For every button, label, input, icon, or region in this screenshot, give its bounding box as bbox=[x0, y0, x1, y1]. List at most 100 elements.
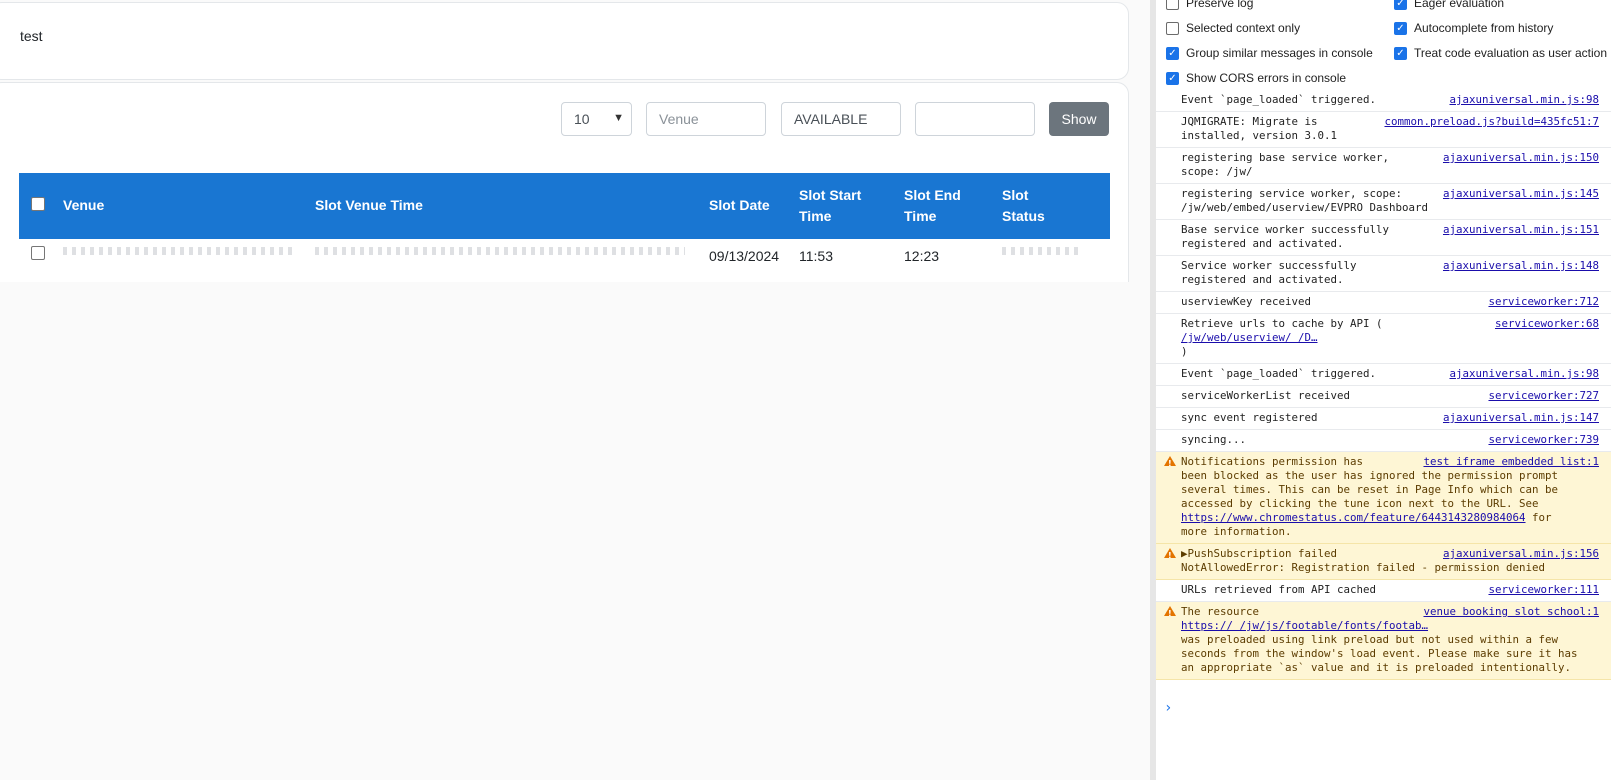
message-source-link[interactable]: serviceworker:111 bbox=[1480, 583, 1599, 597]
table-header: Venue Slot Venue Time Slot Date Slot Sta… bbox=[19, 173, 1110, 239]
warning-text: an appropriate `as` value and it is prel… bbox=[1181, 661, 1572, 674]
setting-label: Autocomplete from history bbox=[1414, 21, 1554, 35]
page-length-value: 10 bbox=[574, 111, 590, 127]
checkbox-checked-icon[interactable]: ✓ bbox=[1394, 46, 1407, 60]
venue-filter-input[interactable]: Venue bbox=[646, 102, 766, 136]
col-slot-venue-time[interactable]: Slot Venue Time bbox=[315, 195, 423, 216]
warning-text: was preloaded using link preload but not… bbox=[1181, 633, 1559, 646]
setting-treat-user-action[interactable]: ✓ Treat code evaluation as user action bbox=[1394, 46, 1607, 60]
console-message: JQMIGRATE: Migrate is installed, version… bbox=[1156, 112, 1611, 148]
warning-text: been blocked as the user has ignored the… bbox=[1181, 469, 1559, 482]
warning-icon bbox=[1164, 606, 1176, 621]
screen: test 10 ▼ Venue AVAILABLE Show Venue Slo… bbox=[0, 0, 1611, 780]
col-slot-status-line1: Slot bbox=[1002, 187, 1029, 203]
chevron-down-icon: ▼ bbox=[613, 112, 624, 124]
checkbox-checked-icon[interactable]: ✓ bbox=[1166, 71, 1179, 85]
setting-label: Eager evaluation bbox=[1414, 0, 1505, 10]
col-slot-end-line2: Time bbox=[904, 208, 937, 224]
setting-preserve-log[interactable]: Preserve log bbox=[1166, 0, 1253, 10]
warning-icon bbox=[1164, 456, 1176, 471]
warning-text: for bbox=[1525, 511, 1552, 524]
message-text[interactable]: /jw/web/userview/ /D… bbox=[1181, 331, 1603, 345]
setting-group-similar[interactable]: ✓ Group similar messages in console bbox=[1166, 46, 1373, 60]
console-message: sync event registered ajaxuniversal.min.… bbox=[1156, 408, 1611, 430]
redacted-venue-time-text bbox=[315, 247, 685, 255]
console-message: serviceWorkerList received serviceworker… bbox=[1156, 386, 1611, 408]
page-area: test 10 ▼ Venue AVAILABLE Show Venue Slo… bbox=[0, 0, 1150, 780]
page-length-select[interactable]: 10 ▼ bbox=[561, 102, 632, 136]
setting-label: Treat code evaluation as user action bbox=[1414, 46, 1608, 60]
setting-label: Preserve log bbox=[1186, 0, 1254, 10]
console-prompt-icon[interactable]: › bbox=[1164, 700, 1172, 716]
warning-text: NotAllowedError: Registration failed - p… bbox=[1181, 561, 1546, 574]
message-source-link[interactable]: serviceworker:68 bbox=[1487, 317, 1599, 331]
console-messages: Event `page_loaded` triggered. ajaxunive… bbox=[1156, 90, 1611, 680]
table-row[interactable]: 09/13/2024 11:53 12:23 bbox=[19, 239, 1110, 273]
slot-table: Venue Slot Venue Time Slot Date Slot Sta… bbox=[19, 173, 1110, 273]
col-slot-status-line2: Status bbox=[1002, 208, 1045, 224]
page-title: test bbox=[20, 28, 43, 44]
warning-icon bbox=[1164, 548, 1176, 563]
status-filter-input[interactable]: AVAILABLE bbox=[781, 102, 901, 136]
col-slot-start-time[interactable]: Slot Start Time bbox=[799, 185, 861, 227]
col-venue[interactable]: Venue bbox=[63, 195, 104, 216]
message-source-link[interactable]: ajaxuniversal.min.js:156 bbox=[1434, 547, 1599, 561]
setting-eager-eval[interactable]: ✓ Eager evaluation bbox=[1394, 0, 1504, 10]
message-source-link[interactable]: serviceworker:712 bbox=[1480, 295, 1599, 309]
message-source-link[interactable]: ajaxuniversal.min.js:150 bbox=[1435, 151, 1599, 165]
console-message: Event `page_loaded` triggered. ajaxunive… bbox=[1156, 364, 1611, 386]
show-button[interactable]: Show bbox=[1049, 102, 1109, 136]
console-message: registering service worker, scope: /jw/w… bbox=[1156, 184, 1611, 220]
console-message: registering base service worker, scope: … bbox=[1156, 148, 1611, 184]
message-text: ) bbox=[1181, 345, 1188, 358]
console-message: userviewKey received serviceworker:712 bbox=[1156, 292, 1611, 314]
title-card: test bbox=[0, 2, 1129, 80]
console-message: Retrieve urls to cache by API ( /jw/web/… bbox=[1156, 314, 1611, 364]
col-slot-date[interactable]: Slot Date bbox=[709, 195, 770, 216]
checkbox-icon[interactable] bbox=[1166, 21, 1179, 35]
setting-label: Selected context only bbox=[1186, 21, 1301, 35]
setting-show-cors[interactable]: ✓ Show CORS errors in console bbox=[1166, 71, 1346, 85]
col-slot-status[interactable]: Slot Status bbox=[1002, 185, 1045, 227]
devtools-panel: Preserve log Selected context only ✓ Gro… bbox=[1150, 0, 1611, 780]
date-filter-input[interactable] bbox=[915, 102, 1035, 136]
message-source-link[interactable]: serviceworker:727 bbox=[1480, 389, 1599, 403]
console-message: Service worker successfully registered a… bbox=[1156, 256, 1611, 292]
message-source-link[interactable]: ajaxuniversal.min.js:98 bbox=[1441, 93, 1599, 107]
message-source-link[interactable]: venue booking slot school:1 bbox=[1415, 605, 1599, 619]
table-card: 10 ▼ Venue AVAILABLE Show Venue Slot Ven… bbox=[0, 82, 1129, 282]
message-source-link[interactable]: test iframe embedded list:1 bbox=[1415, 455, 1599, 469]
redacted-venue-text bbox=[63, 247, 293, 255]
status-filter-value: AVAILABLE bbox=[794, 111, 868, 127]
setting-selected-context[interactable]: Selected context only bbox=[1166, 21, 1300, 35]
checkbox-checked-icon[interactable]: ✓ bbox=[1394, 21, 1407, 35]
resource-link[interactable]: https:// /jw/js/footable/fonts/footab… bbox=[1181, 619, 1428, 632]
cell-slot-date: 09/13/2024 bbox=[709, 248, 780, 264]
message-source-link[interactable]: ajaxuniversal.min.js:98 bbox=[1441, 367, 1599, 381]
setting-label: Show CORS errors in console bbox=[1186, 71, 1347, 85]
row-checkbox[interactable] bbox=[31, 246, 45, 260]
console-warning: The resource https:// /jw/js/footable/fo… bbox=[1156, 602, 1611, 680]
message-text: registered and activated. bbox=[1181, 273, 1344, 286]
checkbox-icon[interactable] bbox=[1166, 0, 1179, 10]
message-text: /jw/web/embed/userview/EVPRO Dashboard bbox=[1181, 201, 1429, 214]
setting-autocomplete[interactable]: ✓ Autocomplete from history bbox=[1394, 21, 1553, 35]
select-all-checkbox[interactable] bbox=[31, 197, 45, 211]
message-source-link[interactable]: ajaxuniversal.min.js:151 bbox=[1435, 223, 1599, 237]
console-message: syncing... serviceworker:739 bbox=[1156, 430, 1611, 452]
message-source-link[interactable]: ajaxuniversal.min.js:147 bbox=[1435, 411, 1599, 425]
chromestatus-link[interactable]: https://www.chromestatus.com/feature/644… bbox=[1181, 511, 1526, 524]
col-slot-end-time[interactable]: Slot End Time bbox=[904, 185, 961, 227]
console-warning[interactable]: ▶PushSubscription failed NotAllowedError… bbox=[1156, 544, 1611, 580]
message-text: installed, version 3.0.1 bbox=[1181, 129, 1338, 142]
warning-text: accessed by clicking the tune icon next … bbox=[1181, 497, 1539, 510]
message-source-link[interactable]: ajaxuniversal.min.js:148 bbox=[1435, 259, 1599, 273]
checkbox-checked-icon[interactable]: ✓ bbox=[1166, 46, 1179, 60]
message-source-link[interactable]: ajaxuniversal.min.js:145 bbox=[1435, 187, 1599, 201]
cell-slot-start: 11:53 bbox=[799, 248, 833, 264]
message-source-link[interactable]: common.preload.js?build=435fc51:7 bbox=[1376, 115, 1599, 129]
warning-text: several times. This can be reset in Page… bbox=[1181, 483, 1559, 496]
message-source-link[interactable]: serviceworker:739 bbox=[1480, 433, 1599, 447]
col-slot-start-line1: Slot Start bbox=[799, 187, 862, 203]
checkbox-checked-icon[interactable]: ✓ bbox=[1394, 0, 1407, 10]
